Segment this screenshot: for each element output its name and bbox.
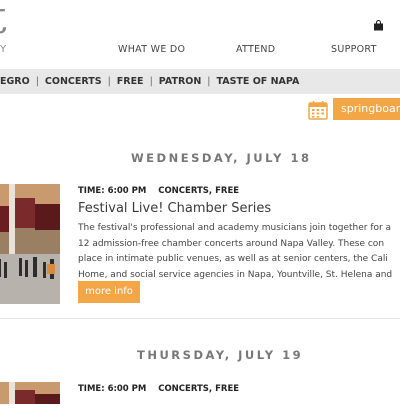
- event-date-heading: WEDNESDAY, JULY 18: [131, 151, 312, 165]
- filter-list: EGRO | CONCERTS | FREE | PATRON | TASTE …: [0, 69, 305, 94]
- event-description-line: 12 admission-free chamber concerts aroun…: [78, 238, 385, 249]
- logo[interactable]: t: [0, 0, 7, 40]
- filter-free[interactable]: FREE: [111, 76, 150, 87]
- divider: [0, 318, 400, 319]
- more-info-button[interactable]: more info: [78, 281, 140, 303]
- filter-concerts[interactable]: CONCERTS: [39, 76, 108, 87]
- filter-taste-of-napa[interactable]: TASTE OF NAPA: [211, 76, 306, 87]
- event-description: The festival's professional and academy …: [78, 221, 400, 283]
- event-categories[interactable]: CONCERTS, FREE: [158, 186, 239, 196]
- event-time: TIME: 6:00 PM: [78, 384, 147, 394]
- event-photo[interactable]: [0, 184, 60, 304]
- event-categories[interactable]: CONCERTS, FREE: [158, 384, 239, 394]
- nav-what-we-do[interactable]: WHAT WE DO: [118, 44, 185, 55]
- springboard-button[interactable]: springboard: [333, 98, 400, 120]
- event-meta: TIME: 6:00 PM CONCERTS, FREE: [78, 186, 239, 196]
- nav-support[interactable]: SUPPORT: [331, 44, 377, 55]
- event-photo[interactable]: [0, 382, 60, 404]
- filter-patron[interactable]: PATRON: [153, 76, 208, 87]
- event-description-line: The festival's professional and academy …: [78, 223, 392, 233]
- event-meta: TIME: 6:00 PM CONCERTS, FREE: [78, 384, 239, 394]
- event-time: TIME: 6:00 PM: [78, 186, 147, 196]
- nav-attend[interactable]: ATTEND: [236, 44, 275, 55]
- event-title[interactable]: Festival Live! Chamber Series: [78, 201, 271, 216]
- filter-allegro[interactable]: EGRO: [0, 76, 36, 87]
- logo-subtext: Y: [0, 44, 7, 55]
- event-description-line: place in intimate public venues, as well…: [78, 254, 388, 264]
- shopping-bag-icon[interactable]: [373, 16, 384, 35]
- calendar-icon[interactable]: [308, 100, 328, 124]
- event-date-heading: THURSDAY, JULY 19: [137, 348, 304, 362]
